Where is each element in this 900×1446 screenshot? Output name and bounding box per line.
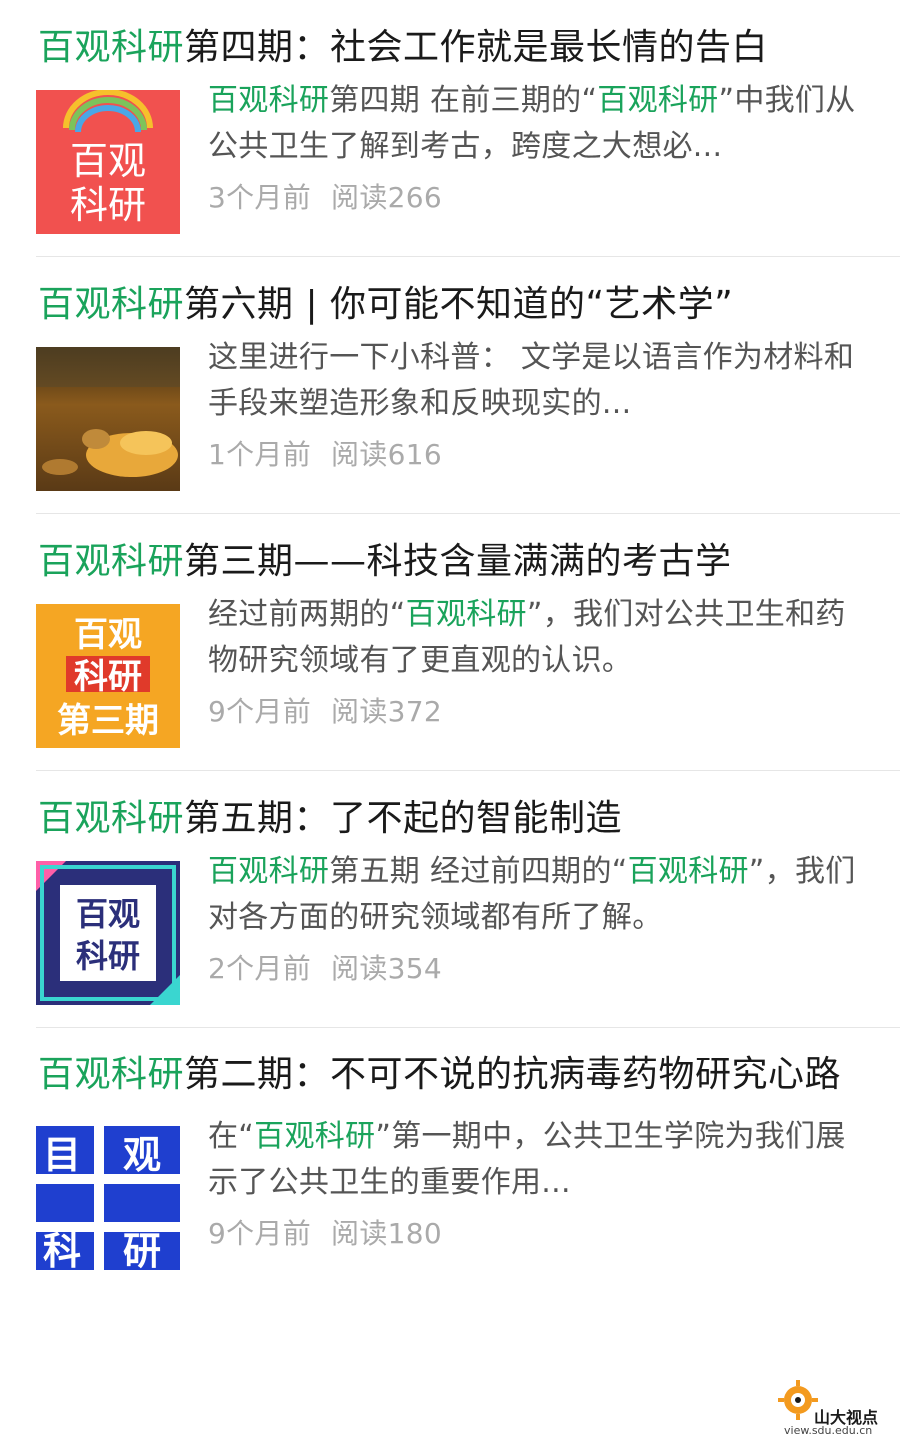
summary-text: 第四期 在前三期的“ [329, 83, 598, 118]
article-meta: 9个月前 阅读180 [208, 1212, 462, 1252]
article-thumbnail[interactable]: 百观 科研 [36, 90, 180, 234]
title-highlight: 百观科研 [38, 798, 185, 839]
article-summary: 在“百观科研”第一期中，公共卫生学院为我们展示了公共卫生的重要作用... [208, 1114, 868, 1206]
title-text: 第五期：了不起的智能制造 [184, 798, 623, 839]
summary-text: 第五期 经过前四期的“ [329, 854, 628, 889]
thumb-text: 百观 [70, 139, 146, 183]
read-count: 阅读372 [331, 695, 442, 728]
article-title[interactable]: 百观科研第四期：社会工作就是最长情的告白 [38, 20, 900, 76]
summary-highlight: 百观科研 [254, 1119, 376, 1154]
watermark-url: view.sdu.edu.cn [784, 1424, 873, 1437]
thumb-text: 科研 [74, 657, 142, 697]
article-summary: 这里进行一下小科普： 文学是以语言作为材料和手段来塑造形象和反映现实的... [208, 335, 868, 427]
article-item[interactable]: 百观科研第五期：了不起的智能制造 百观 科研 百观科研第五期 经过前四期的“百观… [36, 791, 900, 1028]
article-title[interactable]: 百观科研第六期 | 你可能不知道的“艺术学” [38, 277, 900, 333]
article-thumbnail[interactable]: 百观 科研 [36, 861, 180, 1005]
summary-text: 在“ [208, 1119, 255, 1154]
thumb-text: 研 [123, 1229, 161, 1270]
summary-highlight: 百观科研 [627, 854, 749, 889]
thumb-text: 第三期 [57, 701, 159, 741]
summary-highlight: 百观科研 [208, 854, 330, 889]
thumb-text: 目 [43, 1133, 81, 1177]
article-summary: 经过前两期的“百观科研”，我们对公共卫生和药物研究领域有了更直观的认识。 [208, 592, 868, 684]
article-thumbnail[interactable]: 百观 科研 第三期 [36, 604, 180, 748]
title-highlight: 百观科研 [38, 1054, 185, 1095]
title-highlight: 百观科研 [38, 27, 185, 68]
publish-time: 2个月前 [208, 952, 312, 985]
article-meta: 2个月前 阅读354 [208, 947, 462, 987]
read-count: 阅读266 [331, 181, 442, 214]
summary-text: 这里进行一下小科普： 文学是以语言作为材料和手段来塑造形象和反映现实的... [208, 340, 855, 421]
title-text: 第四期：社会工作就是最长情的告白 [184, 27, 769, 68]
article-meta: 9个月前 阅读372 [208, 690, 462, 730]
summary-highlight: 百观科研 [597, 83, 719, 118]
thumb-text: 百观 [74, 615, 142, 655]
summary-highlight: 百观科研 [208, 83, 330, 118]
thumb-text: 科 [43, 1229, 81, 1270]
thumb-text: 观 [123, 1133, 161, 1177]
publish-time: 9个月前 [208, 695, 312, 728]
thumb-text: 百观 [76, 895, 140, 933]
watermark-logo: 山大视点 view.sdu.edu.cn [776, 1378, 892, 1438]
article-list: 百观科研第四期：社会工作就是最长情的告白 百观 科研 百观科研第四期 在前三期的… [36, 0, 900, 1292]
publish-time: 9个月前 [208, 1217, 312, 1250]
read-count: 阅读180 [331, 1217, 442, 1250]
title-text: 第二期：不可不说的抗病毒药物研究心路 [184, 1054, 842, 1095]
summary-text: 经过前两期的“ [208, 597, 406, 632]
article-summary: 百观科研第五期 经过前四期的“百观科研”，我们对各方面的研究领域都有所了解。 [208, 849, 868, 941]
article-title[interactable]: 百观科研第二期：不可不说的抗病毒药物研究心路 [38, 1048, 858, 1102]
title-text: 第三期——科技含量满满的考古学 [184, 541, 732, 582]
article-summary: 百观科研第四期 在前三期的“百观科研”中我们从公共卫生了解到考古，跨度之大想必.… [208, 78, 868, 170]
article-item[interactable]: 百观科研第四期：社会工作就是最长情的告白 百观 科研 百观科研第四期 在前三期的… [36, 20, 900, 257]
article-thumbnail[interactable] [36, 347, 180, 491]
publish-time: 3个月前 [208, 181, 312, 214]
thumb-text: 科研 [70, 183, 146, 227]
article-item[interactable]: 百观科研第二期：不可不说的抗病毒药物研究心路 目 观 科 研 在“百观科研”第一… [36, 1048, 900, 1292]
article-meta: 3个月前 阅读266 [208, 176, 462, 216]
read-count: 阅读354 [331, 952, 442, 985]
article-title[interactable]: 百观科研第五期：了不起的智能制造 [38, 791, 900, 847]
summary-highlight: 百观科研 [405, 597, 527, 632]
title-highlight: 百观科研 [38, 284, 185, 325]
article-item[interactable]: 百观科研第六期 | 你可能不知道的“艺术学” 这里进行一下小科普： 文学是以语言… [36, 277, 900, 514]
article-item[interactable]: 百观科研第三期——科技含量满满的考古学 百观 科研 第三期 经过前两期的“百观科… [36, 534, 900, 771]
title-text: 第六期 | 你可能不知道的“艺术学” [184, 284, 734, 325]
read-count: 阅读616 [331, 438, 442, 471]
title-highlight: 百观科研 [38, 541, 185, 582]
article-meta: 1个月前 阅读616 [208, 433, 462, 473]
article-title[interactable]: 百观科研第三期——科技含量满满的考古学 [38, 534, 900, 590]
thumb-text: 科研 [76, 937, 140, 975]
article-thumbnail[interactable]: 目 观 科 研 [36, 1126, 180, 1270]
publish-time: 1个月前 [208, 438, 312, 471]
